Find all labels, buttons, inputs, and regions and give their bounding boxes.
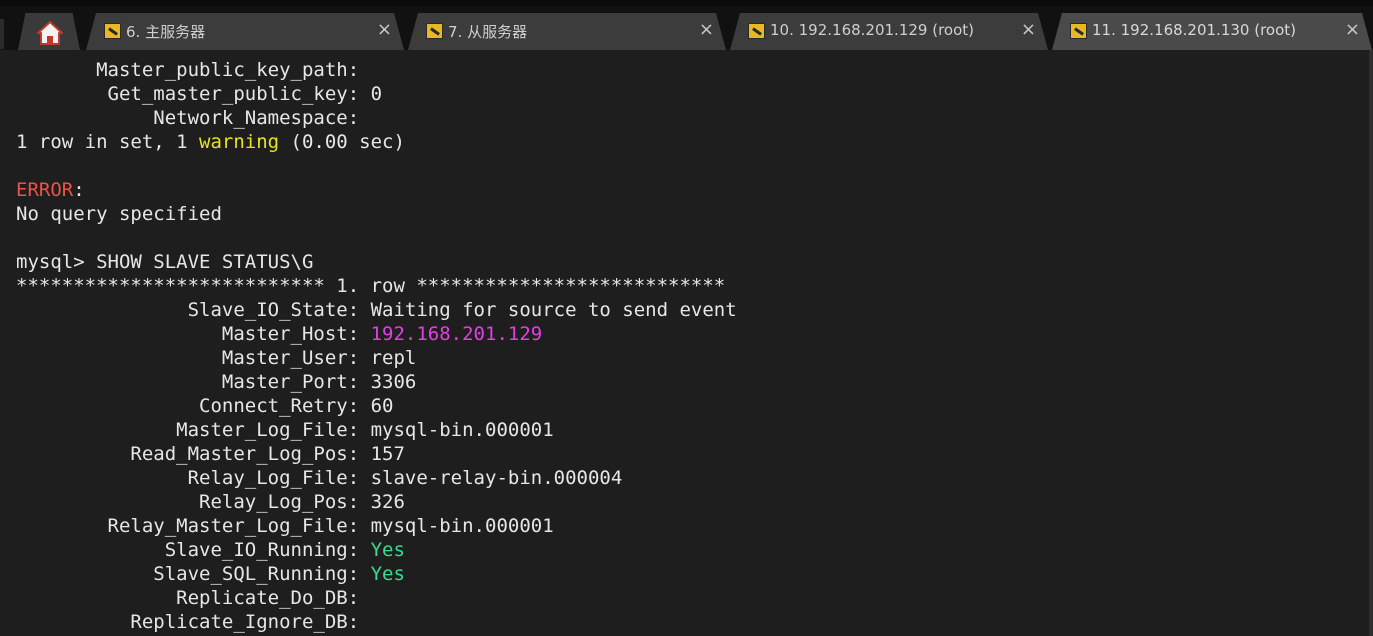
field-value: 0	[359, 83, 383, 105]
close-icon[interactable]: ×	[377, 19, 392, 40]
status-field-line: Slave_IO_Running: Yes	[16, 538, 737, 562]
field-key: Read_Master_Log_Pos:	[16, 443, 360, 465]
field-value: slave-relay-bin.000004	[359, 467, 623, 489]
terminal-line: Network_Namespace:	[16, 107, 360, 129]
field-value: 157	[359, 443, 405, 465]
field-value: Yes	[359, 539, 405, 561]
field-key: Replicate_Do_DB:	[16, 587, 360, 609]
field-value: 326	[359, 491, 405, 513]
status-fields: Slave_IO_State: Waiting for source to se…	[16, 298, 737, 634]
result-summary: 1 row in set, 1	[16, 131, 200, 153]
field-value: 192.168.201.129	[359, 323, 543, 345]
field-key: Replicate_Ignore_DB:	[16, 611, 360, 633]
status-field-line: Replicate_Do_DB:	[16, 586, 737, 610]
status-field-line: Connect_Retry: 60	[16, 394, 737, 418]
field-key: Master_Host:	[16, 323, 360, 345]
mysql-prompt: mysql> SHOW SLAVE STATUS\G	[16, 251, 314, 273]
terminal-line: Get_master_public_key: 0	[16, 82, 737, 106]
field-key: Relay_Log_Pos:	[16, 491, 360, 513]
status-field-line: Master_Port: 3306	[16, 370, 737, 394]
tab-session-10[interactable]: 10. 192.168.201.129 (root) ×	[730, 13, 1048, 50]
scrollbar[interactable]	[1369, 50, 1373, 636]
field-key: Master_User:	[16, 347, 360, 369]
field-value: mysql-bin.000001	[359, 419, 554, 441]
terminal-line: 1 row in set, 1 warning (0.00 sec)	[16, 130, 737, 154]
status-field-line: Master_Host: 192.168.201.129	[16, 322, 737, 346]
close-icon[interactable]: ×	[1021, 19, 1036, 40]
status-field-line: Replicate_Ignore_DB:	[16, 610, 737, 634]
error-label: ERROR	[16, 179, 74, 201]
session-icon	[104, 23, 121, 39]
result-time: (0.00 sec)	[279, 131, 405, 153]
row-separator: *************************** 1. row *****…	[16, 275, 726, 297]
tab-session-7[interactable]: 7. 从服务器 ×	[408, 13, 726, 50]
field-value: repl	[359, 347, 417, 369]
status-field-line: Slave_IO_State: Waiting for source to se…	[16, 298, 737, 322]
field-key: Relay_Log_File:	[16, 467, 360, 489]
session-icon	[426, 23, 443, 39]
status-field-line: Slave_SQL_Running: Yes	[16, 562, 737, 586]
field-value: 60	[359, 395, 394, 417]
terminal-line: ERROR:	[16, 178, 737, 202]
home-icon	[37, 21, 63, 45]
home-tab[interactable]	[0, 13, 90, 50]
field-key: Slave_IO_Running:	[16, 539, 360, 561]
field-key: Connect_Retry:	[16, 395, 360, 417]
status-field-line: Read_Master_Log_Pos: 157	[16, 442, 737, 466]
tab-label: 11. 192.168.201.130 (root)	[1092, 21, 1296, 39]
tab-bar-edge	[0, 19, 4, 49]
tab-label: 6. 主服务器	[126, 23, 206, 41]
tab-session-11[interactable]: 11. 192.168.201.130 (root) ×	[1052, 13, 1372, 50]
title-strip	[0, 0, 1373, 6]
status-field-line: Relay_Log_Pos: 326	[16, 490, 737, 514]
field-value: Waiting for source to send event	[359, 299, 737, 321]
field-key: Master_Port:	[16, 371, 360, 393]
field-key: Master_Log_File:	[16, 419, 360, 441]
error-colon: :	[73, 179, 85, 201]
status-field-line: Master_User: repl	[16, 346, 737, 370]
status-field-line: Relay_Master_Log_File: mysql-bin.000001	[16, 514, 737, 538]
field-key: Relay_Master_Log_File:	[16, 515, 360, 537]
terminal-lines: Master_public_key_path: Get_master_publi…	[16, 58, 737, 634]
session-icon	[1070, 23, 1087, 39]
tab-bar: 6. 主服务器 × 7. 从服务器 × 10. 192.168.201.129 …	[0, 0, 1373, 50]
status-field-line: Master_Log_File: mysql-bin.000001	[16, 418, 737, 442]
close-icon[interactable]: ×	[1345, 19, 1360, 40]
warning-text: warning	[199, 131, 280, 153]
field-value: mysql-bin.000001	[359, 515, 554, 537]
field-key: Get_master_public_key:	[16, 83, 360, 105]
tab-session-6[interactable]: 6. 主服务器 ×	[86, 13, 404, 50]
status-field-line: Relay_Log_File: slave-relay-bin.000004	[16, 466, 737, 490]
session-icon	[748, 23, 765, 39]
field-value: 3306	[359, 371, 417, 393]
tab-label: 7. 从服务器	[448, 23, 528, 41]
error-message: No query specified	[16, 203, 222, 225]
terminal-line: Master_public_key_path:	[16, 59, 360, 81]
tab-label: 10. 192.168.201.129 (root)	[770, 21, 974, 39]
close-icon[interactable]: ×	[699, 19, 714, 40]
field-value: Yes	[359, 563, 405, 585]
terminal-output[interactable]: Master_public_key_path: Get_master_publi…	[0, 50, 1373, 636]
field-key: Slave_IO_State:	[16, 299, 360, 321]
field-key: Slave_SQL_Running:	[16, 563, 360, 585]
